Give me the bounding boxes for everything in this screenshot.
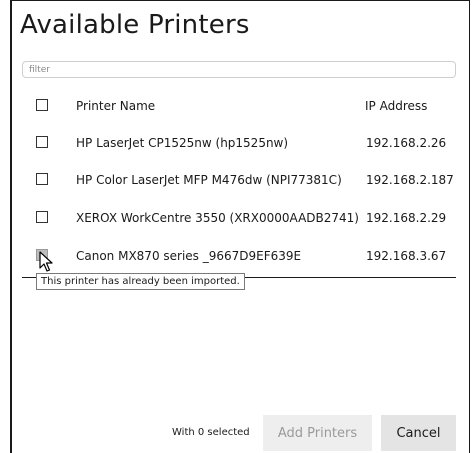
printer-ip: 192.168.2.26 bbox=[366, 136, 447, 150]
column-header-ip-address[interactable]: IP Address bbox=[365, 99, 427, 113]
printer-ip: 192.168.3.67 bbox=[366, 249, 447, 263]
add-printers-button[interactable]: Add Printers bbox=[263, 415, 372, 451]
select-all-checkbox[interactable] bbox=[36, 99, 48, 111]
dialog-title: Available Printers bbox=[20, 10, 250, 40]
cancel-button[interactable]: Cancel bbox=[381, 415, 456, 451]
printer-name: Canon MX870 series _9667D9EF639E bbox=[76, 249, 302, 263]
printer-checkbox[interactable] bbox=[36, 173, 48, 185]
printer-ip: 192.168.2.29 bbox=[366, 211, 447, 225]
printer-name: HP LaserJet CP1525nw (hp1525nw) bbox=[76, 136, 289, 150]
printer-checkbox[interactable] bbox=[36, 211, 48, 223]
already-imported-tooltip: This printer has already been imported. bbox=[36, 273, 245, 290]
printer-checkbox[interactable] bbox=[36, 136, 48, 148]
arrow-cursor-icon bbox=[39, 251, 53, 272]
selected-count: With 0 selected bbox=[172, 427, 250, 438]
printer-name: HP Color LaserJet MFP M476dw (NPI77381C) bbox=[76, 173, 342, 187]
column-header-printer-name[interactable]: Printer Name bbox=[76, 99, 155, 113]
filter-input[interactable] bbox=[22, 61, 456, 78]
printer-name: XEROX WorkCentre 3550 (XRX0000AADB2741) bbox=[76, 211, 359, 225]
printer-ip: 192.168.2.187 bbox=[366, 173, 454, 187]
